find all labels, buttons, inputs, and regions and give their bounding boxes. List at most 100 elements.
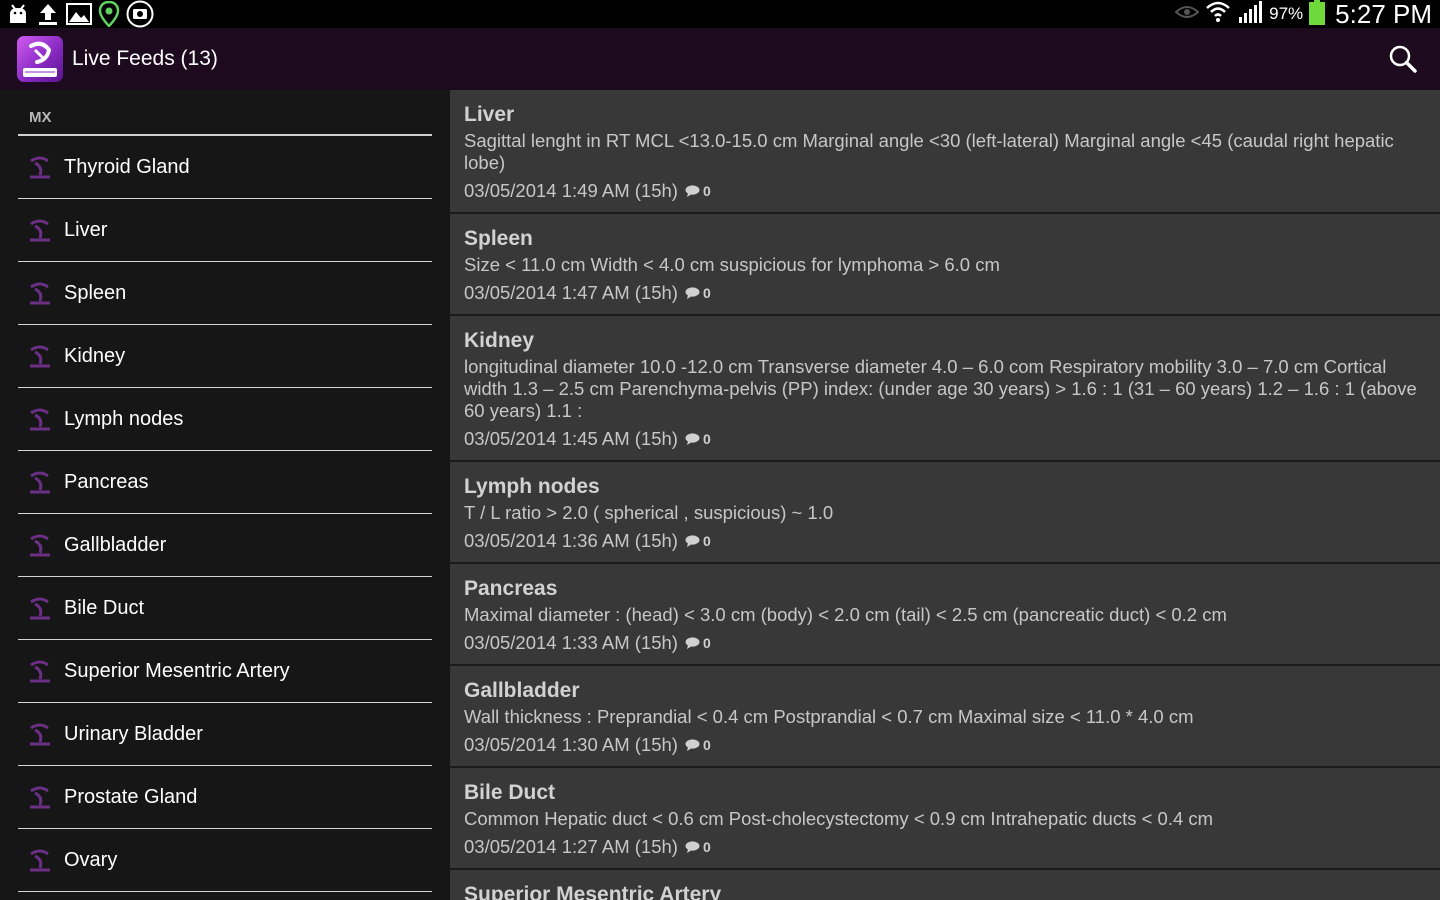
sidebar-item-label: Urinary Bladder (64, 722, 203, 745)
comment-icon (678, 282, 703, 304)
organ-icon (26, 153, 54, 181)
app-logo-icon[interactable] (17, 36, 63, 82)
feed-item-date: 03/05/2014 1:27 AM (15h) (464, 836, 678, 857)
search-icon (1389, 45, 1417, 73)
category-drawer: MX Thyroid Gland Liver Spleen Kidney Lymph n… (0, 90, 450, 900)
comment-count: 0 (702, 533, 711, 549)
android-icon (6, 3, 30, 25)
sidebar-item-label: Ovary (64, 848, 118, 871)
feed-item[interactable]: Superior Mesentric Artery (450, 870, 1440, 900)
comment-count: 0 (702, 635, 711, 651)
feed-item-date: 03/05/2014 1:30 AM (15h) (464, 734, 678, 755)
feed-item-date: 03/05/2014 1:47 AM (15h) (464, 282, 678, 303)
sidebar-item-bile-duct[interactable]: Bile Duct (18, 577, 432, 640)
feed-item-body: T / L ratio > 2.0 ( spherical , suspicio… (464, 502, 834, 523)
organ-icon (26, 531, 54, 559)
organ-icon (26, 783, 54, 811)
sidebar-item-urinary-bladder[interactable]: Urinary Bladder (18, 703, 432, 766)
clock: 5:27 PM (1335, 0, 1432, 29)
feed-list[interactable]: Liver Sagittal lenght in RT MCL <13.0-15.… (450, 90, 1440, 900)
organ-icon (26, 216, 54, 244)
feed-item-meta: 03/05/2014 1:45 AM (15h) 0 (464, 428, 1426, 450)
feed-item[interactable]: Liver Sagittal lenght in RT MCL <13.0-15.… (450, 90, 1440, 214)
sidebar-item-label: Gallbladder (64, 533, 167, 556)
comment-icon (678, 530, 703, 552)
feed-item-title: Kidney (464, 329, 535, 352)
feed-item[interactable]: Gallbladder Wall thickness : Preprandial … (450, 666, 1440, 768)
feed-item-date: 03/05/2014 1:49 AM (15h) (464, 180, 678, 201)
sidebar-item-prostate-gland[interactable]: Prostate Gland (18, 766, 432, 829)
sidebar-item-label: Lymph nodes (64, 407, 184, 430)
location-pin-icon (98, 1, 120, 27)
sidebar-item-label: Prostate Gland (64, 785, 198, 808)
sidebar-item-liver[interactable]: Liver (18, 199, 432, 262)
category-list: Thyroid Gland Liver Spleen Kidney Lymph node… (18, 136, 432, 892)
sidebar-item-pancreas[interactable]: Pancreas (18, 451, 432, 514)
feed-item-meta: 03/05/2014 1:33 AM (15h) 0 (464, 632, 1426, 654)
comment-count: 0 (702, 839, 711, 855)
feed-item-meta: 03/05/2014 1:30 AM (15h) 0 (464, 734, 1426, 756)
comment-icon (678, 836, 703, 858)
feed-item-body: Size < 11.0 cm Width < 4.0 cm suspicious… (464, 254, 1000, 275)
feed-item[interactable]: Spleen Size < 11.0 cm Width < 4.0 cm susp… (450, 214, 1440, 316)
system-icons: 97% 5:27 PM (1174, 0, 1440, 30)
sidebar-item-label: Spleen (64, 281, 127, 304)
organ-icon (26, 468, 54, 496)
organ-icon (26, 594, 54, 622)
sidebar-item-label: Superior Mesentric Artery (64, 659, 290, 682)
section-header-label: MX (29, 109, 52, 126)
sidebar-item-label: Pancreas (64, 470, 149, 493)
feed-item-meta: 03/05/2014 1:47 AM (15h) 0 (464, 282, 1426, 304)
feed-item-body: Maximal diameter : (head) < 3.0 cm (body… (464, 604, 1227, 625)
feed-item[interactable]: Kidney longitudinal diameter 10.0 -12.0 c… (450, 316, 1440, 462)
sidebar-item-gallbladder[interactable]: Gallbladder (18, 514, 432, 577)
comment-icon (678, 632, 703, 654)
feed-item-body: Common Hepatic duct < 0.6 cm Post-cholec… (464, 808, 1214, 829)
search-button[interactable] (1388, 44, 1418, 74)
feed-item[interactable]: Lymph nodes T / L ratio > 2.0 ( spherical… (450, 462, 1440, 564)
feed-item[interactable]: Pancreas Maximal diameter : (head) < 3.0 … (450, 564, 1440, 666)
eye-icon (1174, 4, 1200, 25)
comment-icon (678, 180, 703, 202)
feed-item-body: longitudinal diameter 10.0 -12.0 cm Tran… (464, 356, 1417, 421)
sidebar-item-superior-mesentric-artery[interactable]: Superior Mesentric Artery (18, 640, 432, 703)
organ-icon (26, 720, 54, 748)
organ-icon (26, 342, 54, 370)
feed-item-meta: 03/05/2014 1:49 AM (15h) 0 (464, 180, 1426, 202)
comment-count: 0 (702, 737, 711, 753)
action-bar: Live Feeds (13) (0, 28, 1440, 90)
feed-item-title: Superior Mesentric Artery (464, 883, 722, 900)
feed-item-title: Spleen (464, 227, 533, 250)
sidebar-item-spleen[interactable]: Spleen (18, 262, 432, 325)
feed-item-date: 03/05/2014 1:33 AM (15h) (464, 632, 678, 653)
comment-count: 0 (702, 183, 711, 199)
feed-item[interactable]: Bile Duct Common Hepatic duct < 0.6 cm Po… (450, 768, 1440, 870)
feed-item-body: Wall thickness : Preprandial < 0.4 cm Po… (464, 706, 1194, 727)
signal-icon (1237, 0, 1263, 29)
comment-count: 0 (702, 431, 711, 447)
organ-icon (26, 405, 54, 433)
sidebar-item-ovary[interactable]: Ovary (18, 829, 432, 892)
page-title: Live Feeds (13) (72, 47, 218, 70)
feed-item-title: Bile Duct (464, 781, 556, 804)
feed-item-title: Gallbladder (464, 679, 580, 702)
camera-icon (126, 0, 154, 28)
feed-item-date: 03/05/2014 1:45 AM (15h) (464, 428, 678, 449)
upload-icon (36, 2, 60, 26)
battery-icon (1309, 0, 1326, 30)
sidebar-item-label: Liver (64, 218, 108, 241)
feed-item-meta: 03/05/2014 1:36 AM (15h) 0 (464, 530, 1426, 552)
wifi-icon (1205, 0, 1231, 29)
notification-icons (0, 0, 154, 28)
drawer-section-header: MX (18, 90, 432, 136)
comment-icon (678, 428, 703, 450)
sidebar-item-label: Thyroid Gland (64, 155, 190, 178)
sidebar-item-thyroid-gland[interactable]: Thyroid Gland (18, 136, 432, 199)
feed-item-date: 03/05/2014 1:36 AM (15h) (464, 530, 678, 551)
gallery-icon (66, 3, 92, 25)
sidebar-item-kidney[interactable]: Kidney (18, 325, 432, 388)
feed-item-title: Liver (464, 103, 515, 126)
sidebar-item-lymph-nodes[interactable]: Lymph nodes (18, 388, 432, 451)
organ-icon (26, 279, 54, 307)
feed-item-title: Pancreas (464, 577, 558, 600)
